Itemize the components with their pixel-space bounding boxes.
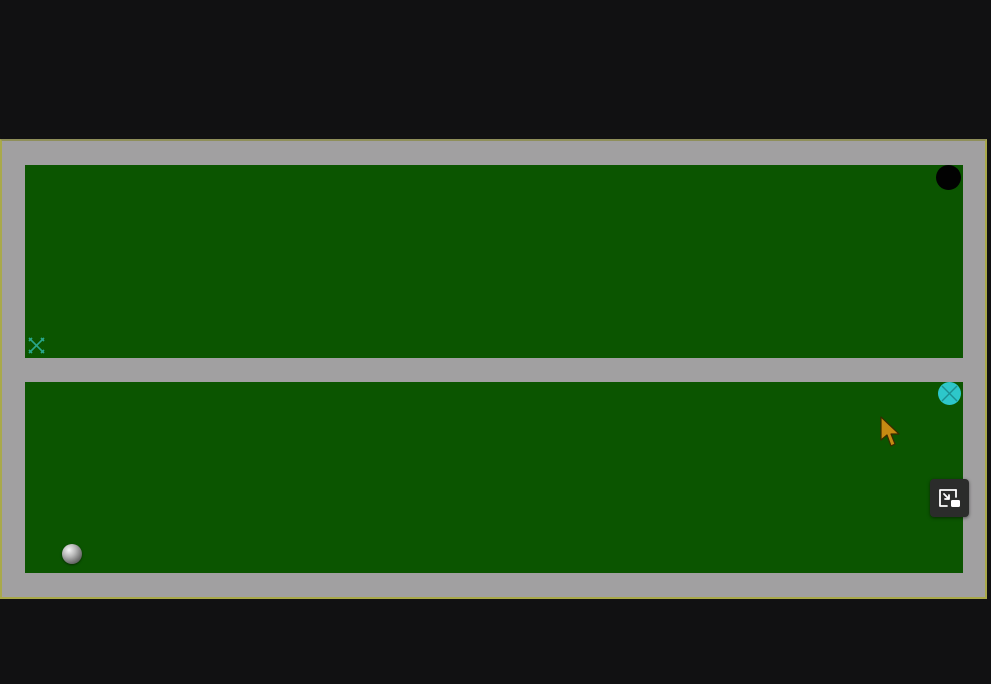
game-screen[interactable] — [0, 0, 991, 684]
picture-in-picture-exit-icon — [939, 489, 960, 507]
x-marker-icon — [27, 336, 46, 355]
field-lower-lane[interactable] — [25, 382, 963, 573]
ball-icon[interactable] — [62, 544, 82, 564]
field-upper-lane[interactable] — [25, 165, 963, 358]
picture-in-picture-exit-button[interactable] — [930, 479, 969, 517]
crosshair-circle-icon — [937, 381, 962, 406]
course-board[interactable] — [0, 139, 987, 599]
hole-icon — [936, 165, 961, 190]
mouse-pointer-icon — [879, 416, 903, 450]
